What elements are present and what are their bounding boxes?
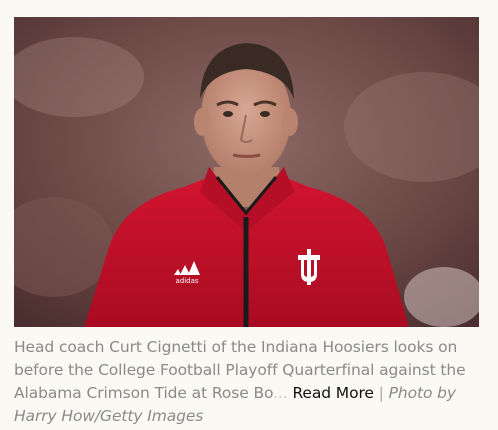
article-image-card: adidas Head coach Curt Cignetti of the I… xyxy=(0,0,498,430)
caption-separator: | xyxy=(378,384,384,402)
article-photo: adidas xyxy=(14,17,479,327)
read-more-link[interactable]: Read More xyxy=(292,384,374,402)
caption-fade: ... xyxy=(273,384,288,402)
coach-photo-illustration: adidas xyxy=(14,17,479,327)
svg-text:adidas: adidas xyxy=(175,277,198,285)
photo-caption: Head coach Curt Cignetti of the Indiana … xyxy=(14,336,484,428)
